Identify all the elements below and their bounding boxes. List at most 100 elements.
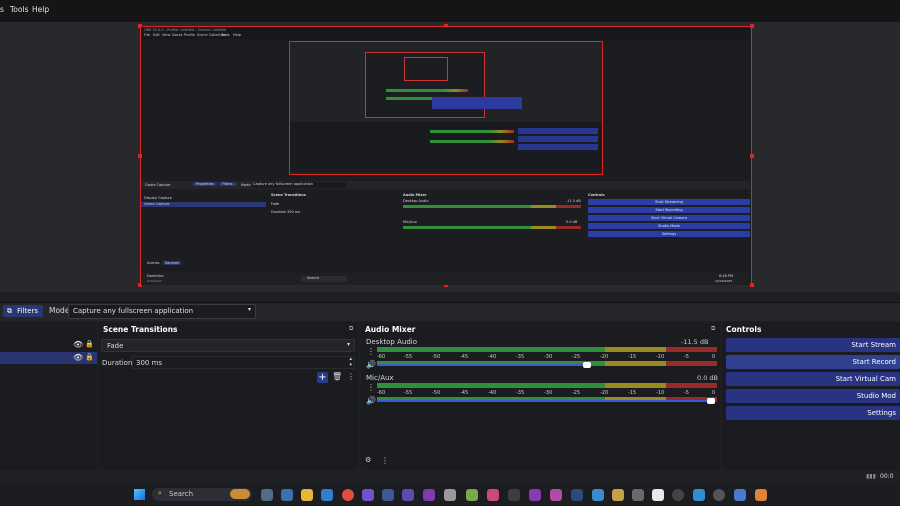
nested-transition-fade: Fade — [271, 202, 280, 206]
nested-transitions-title: Scene Transitions — [271, 193, 306, 197]
nested-menu-view: View — [162, 33, 171, 37]
more-options-icon[interactable]: ⋮ — [381, 456, 389, 465]
nested-meter — [430, 140, 514, 143]
app-icon[interactable] — [612, 489, 624, 501]
chevron-down-icon[interactable]: ▾ — [349, 362, 352, 368]
menu-bar: s Tools Help — [0, 0, 900, 22]
nested-channel-desktop-db: -11.5 dB — [566, 199, 581, 203]
status-bar: ▮▮▮ 00:0 — [0, 470, 900, 484]
steam-icon[interactable] — [571, 489, 583, 501]
resize-handle[interactable] — [750, 283, 754, 287]
resize-handle[interactable] — [750, 154, 754, 158]
advanced-audio-icon[interactable]: ⚙ — [365, 456, 371, 464]
signal-icon: ▮▮▮ — [866, 473, 876, 480]
app-icon[interactable] — [423, 489, 435, 501]
meter-scale-tick: -40 — [488, 390, 497, 396]
menu-item-partial[interactable]: s — [0, 5, 4, 14]
resize-handle[interactable] — [138, 154, 142, 158]
transition-select[interactable]: Fade ▾ — [101, 339, 355, 352]
nested-properties-button: Properties — [193, 182, 217, 186]
app-icon[interactable] — [508, 489, 520, 501]
nested-channel-desktop: Desktop Audio — [403, 199, 429, 203]
volume-handle-mic-aux[interactable] — [707, 398, 715, 404]
more-options-icon[interactable]: ⋮ — [367, 347, 375, 356]
app-icon[interactable] — [487, 489, 499, 501]
preview-canvas[interactable]: OBS 32.0.0 - Profile: Untitled - Scenes:… — [138, 24, 754, 287]
add-transition-button[interactable]: + — [317, 372, 328, 383]
start-recording-button[interactable]: Start Record — [726, 355, 900, 369]
chevron-down-icon: ▾ — [346, 341, 350, 348]
speaker-icon[interactable]: 🔊 — [366, 396, 376, 405]
resize-handle[interactable] — [750, 24, 754, 28]
menu-item-help[interactable]: Help — [32, 5, 49, 14]
nested-mode-label: Mode — [241, 183, 251, 187]
popout-icon[interactable]: ⧉ — [711, 325, 715, 333]
nested-meter-desktop — [403, 205, 581, 208]
studio-mode-button[interactable]: Studio Mod — [726, 389, 900, 403]
mode-select[interactable]: Capture any fullscreen application ▾ — [68, 304, 256, 319]
app-icon[interactable] — [321, 489, 333, 501]
volume-handle-desktop-audio[interactable] — [583, 362, 591, 368]
lock-icon[interactable]: 🔒 — [85, 340, 94, 348]
popout-icon[interactable]: ⧉ — [349, 325, 353, 333]
mode-label: Mode — [49, 306, 70, 315]
app-icon[interactable] — [734, 489, 746, 501]
app-icon[interactable] — [592, 489, 604, 501]
menu-item-tools[interactable]: Tools — [10, 5, 28, 14]
meter-scale-tick: -15 — [628, 390, 637, 396]
meter-scale-tick: -45 — [460, 390, 469, 396]
meter-desktop-audio-top — [377, 347, 717, 352]
start-streaming-button[interactable]: Start Stream — [726, 338, 900, 352]
duration-value: 300 ms — [136, 359, 163, 367]
nested-menu-file: File — [144, 33, 150, 37]
channel-db-desktop-audio: -11.5 dB — [681, 338, 709, 346]
start-virtual-camera-button[interactable]: Start Virtual Cam — [726, 372, 900, 386]
app-icon[interactable] — [693, 489, 705, 501]
nested-mode-select: Capture any fullscreen application — [253, 182, 346, 188]
speaker-icon[interactable]: 🔊 — [366, 360, 376, 369]
eye-icon[interactable]: 👁 — [73, 353, 83, 362]
app-icon[interactable] — [466, 489, 478, 501]
nested-taskbar-user: Dominika — [147, 274, 164, 278]
widgets-icon[interactable] — [281, 489, 293, 501]
lock-icon[interactable]: 🔒 — [85, 353, 94, 361]
filters-button[interactable]: ⧉ Filters — [3, 305, 43, 317]
obs-icon[interactable] — [672, 489, 684, 501]
audio-mixer-dock: Audio Mixer ⧉ Desktop Audio -11.5 dB ⋮ -… — [361, 322, 720, 470]
trash-icon[interactable]: 🗑 — [332, 372, 342, 381]
nested-filters-button: Filters — [219, 182, 236, 186]
nested-mini-button — [518, 128, 598, 134]
more-options-icon[interactable]: ⋮ — [367, 383, 375, 392]
task-view-icon[interactable] — [261, 489, 273, 501]
nested-mini-docks — [290, 122, 602, 172]
discord-icon[interactable] — [362, 489, 374, 501]
meter-scale-tick: 0 — [712, 390, 716, 396]
volume-slider-mic-aux[interactable] — [377, 400, 715, 402]
app-icon[interactable] — [652, 489, 664, 501]
filters-label: Filters — [17, 307, 38, 315]
nested-source-game: Game Capture — [144, 202, 170, 206]
file-explorer-icon[interactable] — [301, 489, 313, 501]
app-icon[interactable] — [444, 489, 456, 501]
meter-scale-tick: -15 — [628, 354, 637, 360]
meter-scale-tick: 0 — [712, 354, 716, 360]
app-icon[interactable] — [382, 489, 394, 501]
app-icon[interactable] — [755, 489, 767, 501]
app-icon[interactable] — [529, 489, 541, 501]
source-row-game-capture[interactable]: 👁 🔒 — [0, 352, 97, 364]
app-icon[interactable] — [402, 489, 414, 501]
windows-start-icon[interactable] — [134, 489, 145, 500]
chrome-icon[interactable] — [342, 489, 354, 501]
app-icon[interactable] — [632, 489, 644, 501]
taskbar-search[interactable]: ⌕ Search — [152, 488, 252, 501]
more-options-icon[interactable]: ⋮ — [347, 372, 355, 381]
source-row-display-capture[interactable]: 👁 🔒 — [0, 339, 97, 351]
duration-field[interactable]: 300 ms ▴ ▾ — [132, 356, 355, 369]
eye-icon[interactable]: 👁 — [73, 340, 83, 349]
media-player-icon[interactable] — [713, 489, 725, 501]
nested-title-bar: OBS 32.0.0 - Profile: Untitled - Scenes:… — [141, 27, 750, 39]
volume-slider-desktop-audio[interactable] — [377, 364, 589, 366]
settings-button[interactable]: Settings — [726, 406, 900, 420]
app-icon[interactable] — [550, 489, 562, 501]
meter-scale-tick: -25 — [572, 354, 581, 360]
